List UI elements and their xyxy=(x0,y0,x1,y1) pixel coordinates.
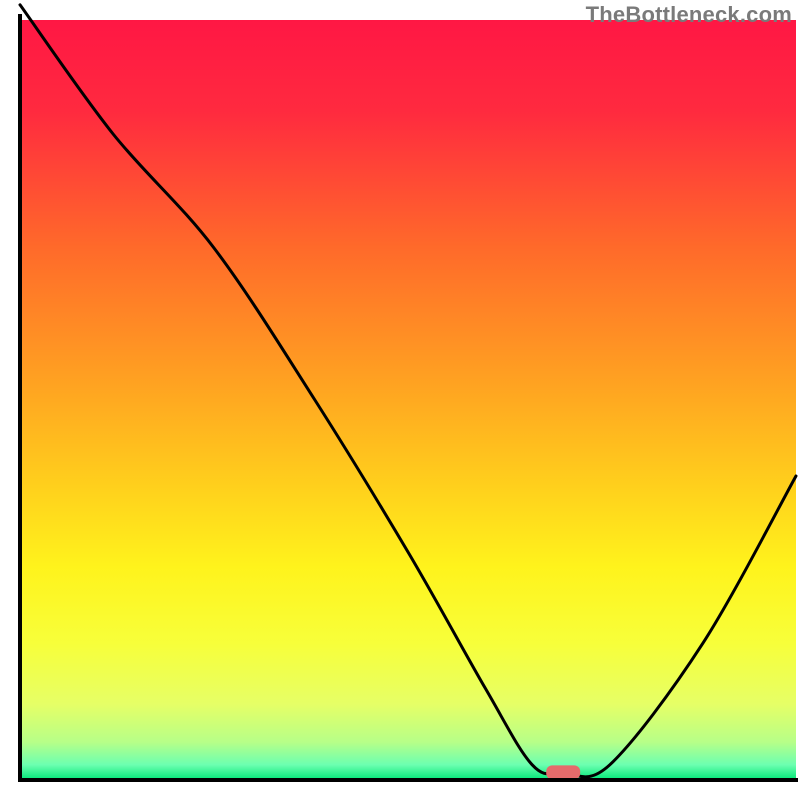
bottleneck-chart xyxy=(0,0,800,800)
plot-background xyxy=(20,20,796,780)
chart-container: TheBottleneck.com xyxy=(0,0,800,800)
watermark-text: TheBottleneck.com xyxy=(586,2,792,28)
optimal-marker xyxy=(546,765,580,779)
